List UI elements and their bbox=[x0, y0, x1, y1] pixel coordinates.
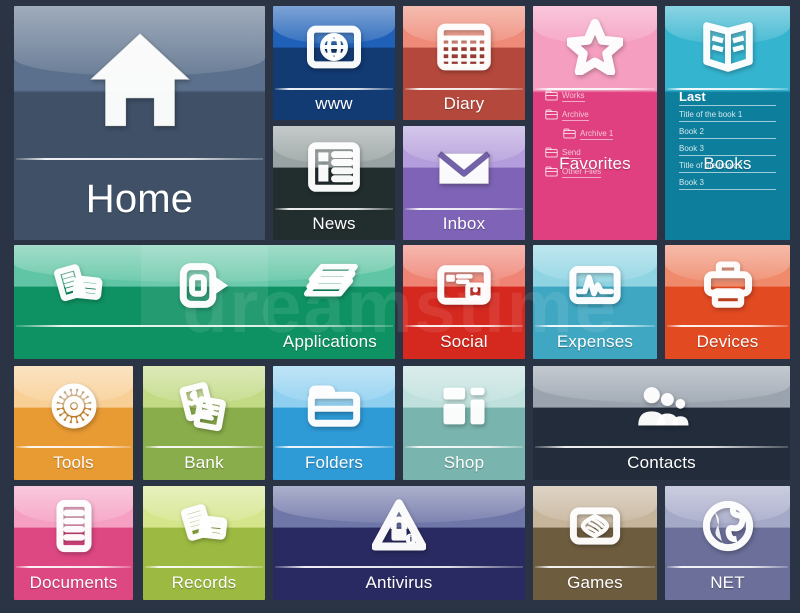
tile-label-documents: Documents bbox=[14, 566, 133, 600]
star-icon bbox=[533, 6, 657, 88]
tile-label-text: Bank bbox=[184, 453, 224, 472]
blocks-icon bbox=[403, 366, 525, 446]
tile-label-antivirus: Antivirus bbox=[273, 566, 525, 600]
applications-multi-icon bbox=[14, 245, 395, 325]
tile-label-text: Applications bbox=[282, 332, 377, 351]
tile-label-text: www bbox=[315, 94, 353, 113]
tile-folders[interactable]: Folders bbox=[273, 366, 395, 480]
tile-applications[interactable]: Applications bbox=[14, 245, 395, 359]
tile-label-text: Games bbox=[567, 573, 623, 592]
shield-lock-icon: i bbox=[273, 486, 525, 566]
tile-label-text: Favorites bbox=[559, 154, 631, 173]
document-lines-icon bbox=[14, 486, 133, 566]
tile-favorites[interactable]: Works Archive Archive 1 Send Other Files… bbox=[533, 6, 657, 240]
tile-label-text: Shop bbox=[443, 453, 485, 472]
tile-contacts[interactable]: Contacts bbox=[533, 366, 790, 480]
tile-games[interactable]: Games bbox=[533, 486, 657, 600]
tile-label-text: Social bbox=[440, 332, 488, 351]
tile-diary[interactable]: Diary bbox=[403, 6, 525, 120]
tile-antivirus[interactable]: i Antivirus bbox=[273, 486, 525, 600]
tile-label-diary: Diary bbox=[403, 88, 525, 120]
envelope-icon bbox=[403, 126, 525, 208]
tile-label-text: Inbox bbox=[442, 214, 486, 233]
tile-label-text: Antivirus bbox=[365, 573, 433, 592]
svg-text:i: i bbox=[410, 535, 412, 544]
tile-label-text: Devices bbox=[696, 332, 759, 351]
calendar-icon bbox=[403, 6, 525, 88]
tile-board: Home www Diary Works Archive Archive 1 S… bbox=[0, 0, 800, 613]
tile-label-games: Games bbox=[533, 566, 657, 600]
tile-label-text: Contacts bbox=[627, 453, 696, 472]
tile-label-text: NET bbox=[710, 573, 745, 592]
tile-devices[interactable]: Devices bbox=[665, 245, 790, 359]
tile-books[interactable]: Last Title of the book 1 Book 2 Book 3 Title… bbox=[665, 6, 790, 240]
tile-documents[interactable]: Documents bbox=[14, 486, 133, 600]
printer-icon bbox=[665, 245, 790, 325]
open-book-icon bbox=[665, 6, 790, 88]
tile-label-records: Records bbox=[143, 566, 265, 600]
tile-label-contacts: Contacts bbox=[533, 446, 790, 480]
tile-shop[interactable]: Shop bbox=[403, 366, 525, 480]
tile-label-books: Books bbox=[665, 88, 790, 240]
tile-news[interactable]: News bbox=[273, 126, 395, 240]
tile-social[interactable]: Social bbox=[403, 245, 525, 359]
records-cards-icon bbox=[143, 486, 265, 566]
tile-records[interactable]: Records bbox=[143, 486, 265, 600]
tile-label-text: Folders bbox=[304, 453, 364, 472]
tile-label-text: News bbox=[312, 214, 356, 233]
tile-inbox[interactable]: Inbox bbox=[403, 126, 525, 240]
tile-label-news: News bbox=[273, 208, 395, 240]
tile-label-text: Diary bbox=[443, 94, 485, 113]
tile-label-folders: Folders bbox=[273, 446, 395, 480]
tile-label-favorites: Favorites bbox=[533, 88, 657, 240]
globe-network-icon bbox=[665, 486, 790, 566]
tile-label-tools: Tools bbox=[14, 446, 133, 480]
tile-label-net: NET bbox=[665, 566, 790, 600]
house-icon bbox=[14, 6, 265, 158]
tile-label-home: Home bbox=[14, 158, 265, 240]
globe-screen-icon bbox=[273, 6, 395, 88]
applications-icon-editor[interactable] bbox=[14, 245, 141, 325]
tile-expenses[interactable]: Expenses bbox=[533, 245, 657, 359]
tile-label-expenses: Expenses bbox=[533, 325, 657, 359]
tile-label-text: Documents bbox=[29, 573, 118, 592]
applications-icon-stack[interactable] bbox=[268, 245, 395, 325]
tile-label-applications: Applications bbox=[14, 325, 395, 359]
contact-card-icon bbox=[403, 245, 525, 325]
tile-label-www: www bbox=[273, 88, 395, 120]
documents-money-icon bbox=[143, 366, 265, 446]
folder-icon bbox=[273, 366, 395, 446]
tile-www[interactable]: www bbox=[273, 6, 395, 120]
tile-label-text: Records bbox=[171, 573, 237, 592]
gear-dial-icon bbox=[14, 366, 133, 446]
tile-label-text: Books bbox=[703, 154, 752, 173]
leaf-screen-icon bbox=[533, 486, 657, 566]
tile-label-text: Expenses bbox=[556, 332, 634, 351]
tile-net[interactable]: NET bbox=[665, 486, 790, 600]
tile-label-shop: Shop bbox=[403, 446, 525, 480]
people-group-icon bbox=[533, 366, 790, 446]
tile-label-bank: Bank bbox=[143, 446, 265, 480]
tile-label-social: Social bbox=[403, 325, 525, 359]
tile-tools[interactable]: Tools bbox=[14, 366, 133, 480]
tile-label-devices: Devices bbox=[665, 325, 790, 359]
tile-label-inbox: Inbox bbox=[403, 208, 525, 240]
chart-monitor-icon bbox=[533, 245, 657, 325]
tile-home[interactable]: Home bbox=[14, 6, 265, 240]
tile-label-text: Home bbox=[85, 176, 194, 221]
list-layout-icon bbox=[273, 126, 395, 208]
applications-icon-launch[interactable] bbox=[141, 245, 268, 325]
tile-label-text: Tools bbox=[53, 453, 94, 472]
tile-bank[interactable]: Bank bbox=[143, 366, 265, 480]
